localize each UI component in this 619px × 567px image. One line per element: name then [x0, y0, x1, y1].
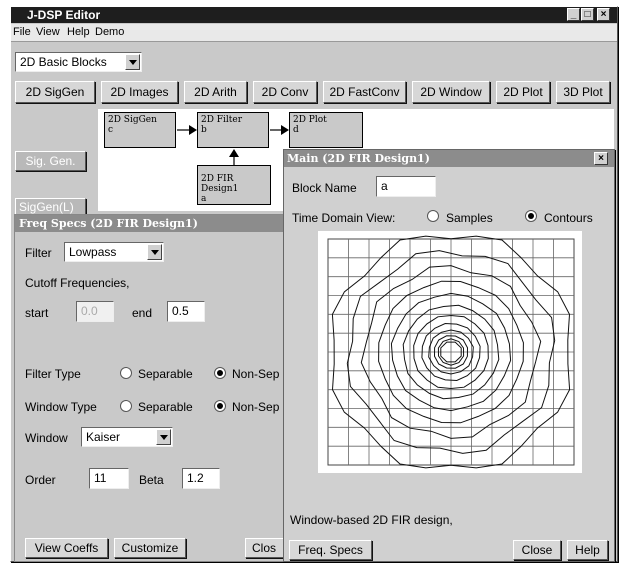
main-dialog-title: Main (2D FIR Design1)	[287, 152, 430, 165]
filter-type-separable-label: Separable	[138, 367, 193, 381]
toolbar-3d-plot[interactable]: 3D Plot	[556, 81, 610, 103]
start-label: start	[25, 306, 49, 320]
filter-select-value: Lowpass	[69, 245, 117, 259]
end-field[interactable]: 0.5	[167, 301, 205, 322]
freq-specs-title: Freq Specs (2D FIR Design1)	[19, 217, 198, 230]
toolbar-2d-fastconv[interactable]: 2D FastConv	[323, 81, 406, 103]
menu-demo[interactable]: Demo	[95, 26, 124, 38]
close-icon[interactable]: ×	[594, 152, 608, 165]
toolbar-2d-conv[interactable]: 2D Conv	[253, 81, 317, 103]
filter-type-label: Filter Type	[25, 367, 81, 381]
close-icon[interactable]: ×	[597, 8, 610, 21]
main-dialog: Main (2D FIR Design1) × Block Name a Tim…	[283, 149, 615, 562]
filter-select[interactable]: Lowpass	[64, 242, 164, 262]
beta-label: Beta	[139, 473, 164, 487]
filter-type-nonsep-label: Non-Sep	[232, 367, 280, 381]
end-label: end	[132, 306, 153, 320]
contours-label: Contours	[544, 211, 593, 225]
chevron-down-icon[interactable]	[156, 429, 171, 445]
customize-button[interactable]: Customize	[114, 538, 186, 558]
filter-type-separable-radio[interactable]	[120, 367, 132, 379]
beta-field[interactable]: 1.2	[182, 468, 220, 489]
freq-specs-button[interactable]: Freq. Specs	[289, 540, 372, 560]
time-domain-label: Time Domain View:	[292, 211, 396, 225]
window-type-label: Window Type	[25, 400, 97, 414]
toolbar-2d-images[interactable]: 2D Images	[101, 81, 178, 103]
window-type-separable-radio[interactable]	[120, 400, 132, 412]
samples-label: Samples	[446, 211, 493, 225]
chevron-down-icon[interactable]	[125, 54, 140, 70]
menu-help[interactable]: Help	[67, 26, 90, 38]
editor-titlebar[interactable]: J-DSP Editor _ □ ×	[11, 7, 617, 23]
window-type-nonsep-label: Non-Sep	[232, 400, 280, 414]
toolbar-2d-plot[interactable]: 2D Plot	[496, 81, 550, 103]
freq-specs-dialog: Freq Specs (2D FIR Design1) Filter Lowpa…	[14, 214, 290, 562]
window-select[interactable]: Kaiser	[81, 427, 173, 447]
order-label: Order	[25, 473, 56, 487]
menu-bar: File View Help Demo	[11, 24, 617, 42]
filter-label: Filter	[25, 246, 52, 260]
freq-specs-titlebar[interactable]: Freq Specs (2D FIR Design1)	[15, 215, 285, 232]
toolbar-2d-arith[interactable]: 2D Arith	[184, 81, 247, 103]
help-button[interactable]: Help	[567, 540, 608, 560]
window-type-nonsep-radio[interactable]	[214, 400, 226, 412]
window-label: Window	[25, 431, 68, 445]
block-name-label: Block Name	[292, 181, 357, 195]
contour-plot	[327, 235, 575, 469]
category-select-value: 2D Basic Blocks	[20, 55, 107, 69]
menu-view[interactable]: View	[36, 26, 60, 38]
start-field[interactable]: 0.0	[76, 301, 114, 322]
maximize-icon[interactable]: □	[581, 8, 594, 21]
block-name-field[interactable]: a	[376, 176, 436, 197]
category-select[interactable]: 2D Basic Blocks	[15, 52, 142, 72]
menu-file[interactable]: File	[13, 26, 31, 38]
cutoff-label: Cutoff Frequencies,	[25, 276, 130, 290]
chevron-down-icon[interactable]	[147, 244, 162, 260]
main-dialog-titlebar[interactable]: Main (2D FIR Design1) ×	[284, 150, 614, 167]
minimize-icon[interactable]: _	[567, 8, 580, 21]
contour-plot-frame	[318, 231, 582, 473]
sig-gen-button[interactable]: Sig. Gen.	[15, 151, 86, 171]
filter-type-nonsep-radio[interactable]	[214, 367, 226, 379]
order-field[interactable]: 11	[89, 468, 129, 489]
description-text: Window-based 2D FIR design,	[290, 513, 453, 527]
window-select-value: Kaiser	[86, 430, 121, 444]
toolbar-2d-window[interactable]: 2D Window	[412, 81, 490, 103]
editor-title: J-DSP Editor	[27, 8, 101, 22]
contours-radio[interactable]	[525, 210, 537, 222]
toolbar-2d-siggen[interactable]: 2D SigGen	[15, 81, 95, 103]
window-type-separable-label: Separable	[138, 400, 193, 414]
main-close-button[interactable]: Close	[513, 540, 561, 560]
samples-radio[interactable]	[427, 210, 439, 222]
view-coeffs-button[interactable]: View Coeffs	[25, 538, 108, 558]
